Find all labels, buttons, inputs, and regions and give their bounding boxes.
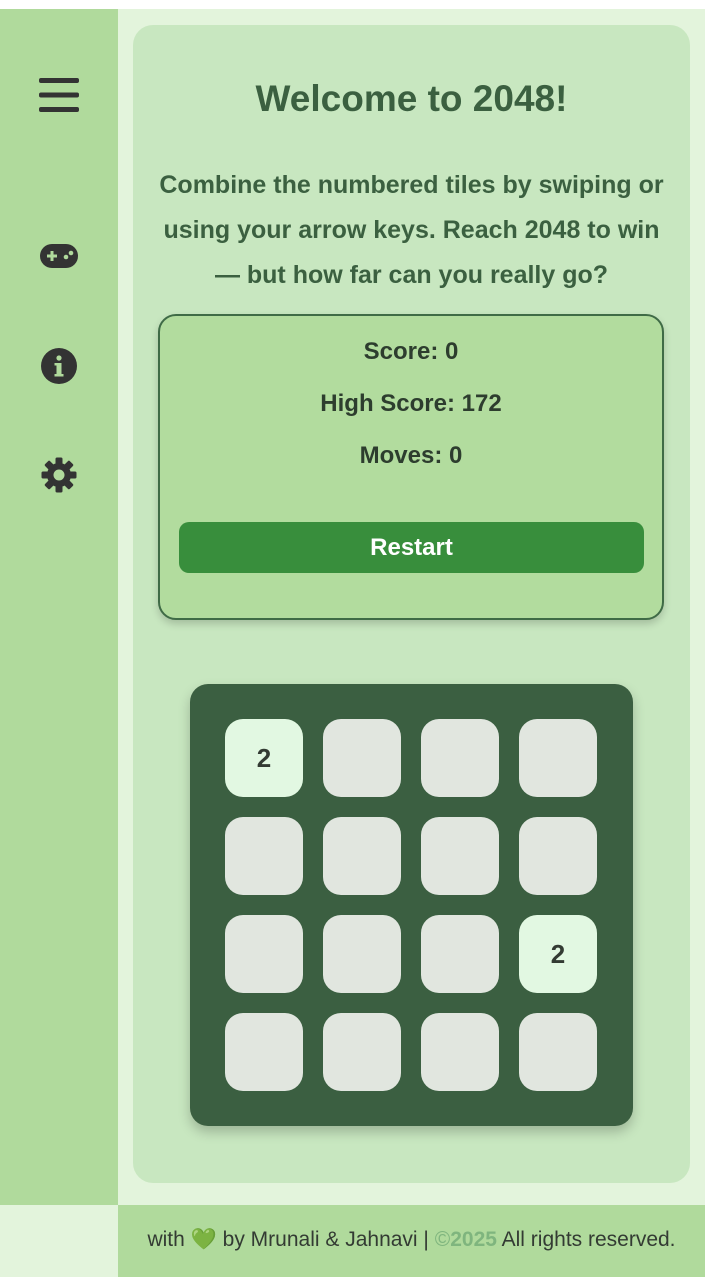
heart-icon: 💚 xyxy=(190,1228,217,1251)
footer-rights: All rights reserved. xyxy=(501,1228,676,1251)
high-score-label: High Score: 172 xyxy=(320,390,502,417)
footer-text: with 💚 by Mrunali & Jahnavi | ©2025 All … xyxy=(118,1228,705,1252)
board-tile xyxy=(519,719,597,797)
footer: with 💚 by Mrunali & Jahnavi | ©2025 All … xyxy=(118,1205,705,1277)
board-tile xyxy=(323,1013,401,1091)
game-board[interactable]: 22 xyxy=(190,684,633,1126)
restart-button[interactable]: Restart xyxy=(179,522,644,573)
board-tile xyxy=(323,915,401,993)
gear-icon[interactable] xyxy=(0,455,118,495)
score-label: Score: 0 xyxy=(363,338,459,365)
sidebar xyxy=(0,9,118,1205)
board-tile xyxy=(519,817,597,895)
board-tile xyxy=(421,915,499,993)
footer-credit: by Mrunali & Jahnavi | xyxy=(222,1228,429,1251)
board-tile xyxy=(421,1013,499,1091)
menu-icon[interactable] xyxy=(0,72,118,118)
board-tile xyxy=(323,719,401,797)
info-icon[interactable] xyxy=(0,346,118,386)
board-tile xyxy=(225,915,303,993)
board-tile: 2 xyxy=(225,719,303,797)
stats-panel: Score: 0 High Score: 172 Moves: 0 Restar… xyxy=(158,314,664,620)
board-tile xyxy=(225,817,303,895)
footer-year: 2025 xyxy=(450,1228,497,1251)
gamepad-icon[interactable] xyxy=(0,239,118,273)
board-tile: 2 xyxy=(519,915,597,993)
board-tile xyxy=(421,817,499,895)
page-title: Welcome to 2048! xyxy=(255,78,568,119)
moves-label: Moves: 0 xyxy=(359,442,463,469)
footer-prefix: with xyxy=(147,1228,185,1251)
copyright-symbol: © xyxy=(434,1228,451,1251)
board-tile xyxy=(519,1013,597,1091)
intro-text: Combine the numbered tiles by swiping or… xyxy=(159,171,664,289)
board-tile xyxy=(421,719,499,797)
board-tile xyxy=(225,1013,303,1091)
board-tile xyxy=(323,817,401,895)
